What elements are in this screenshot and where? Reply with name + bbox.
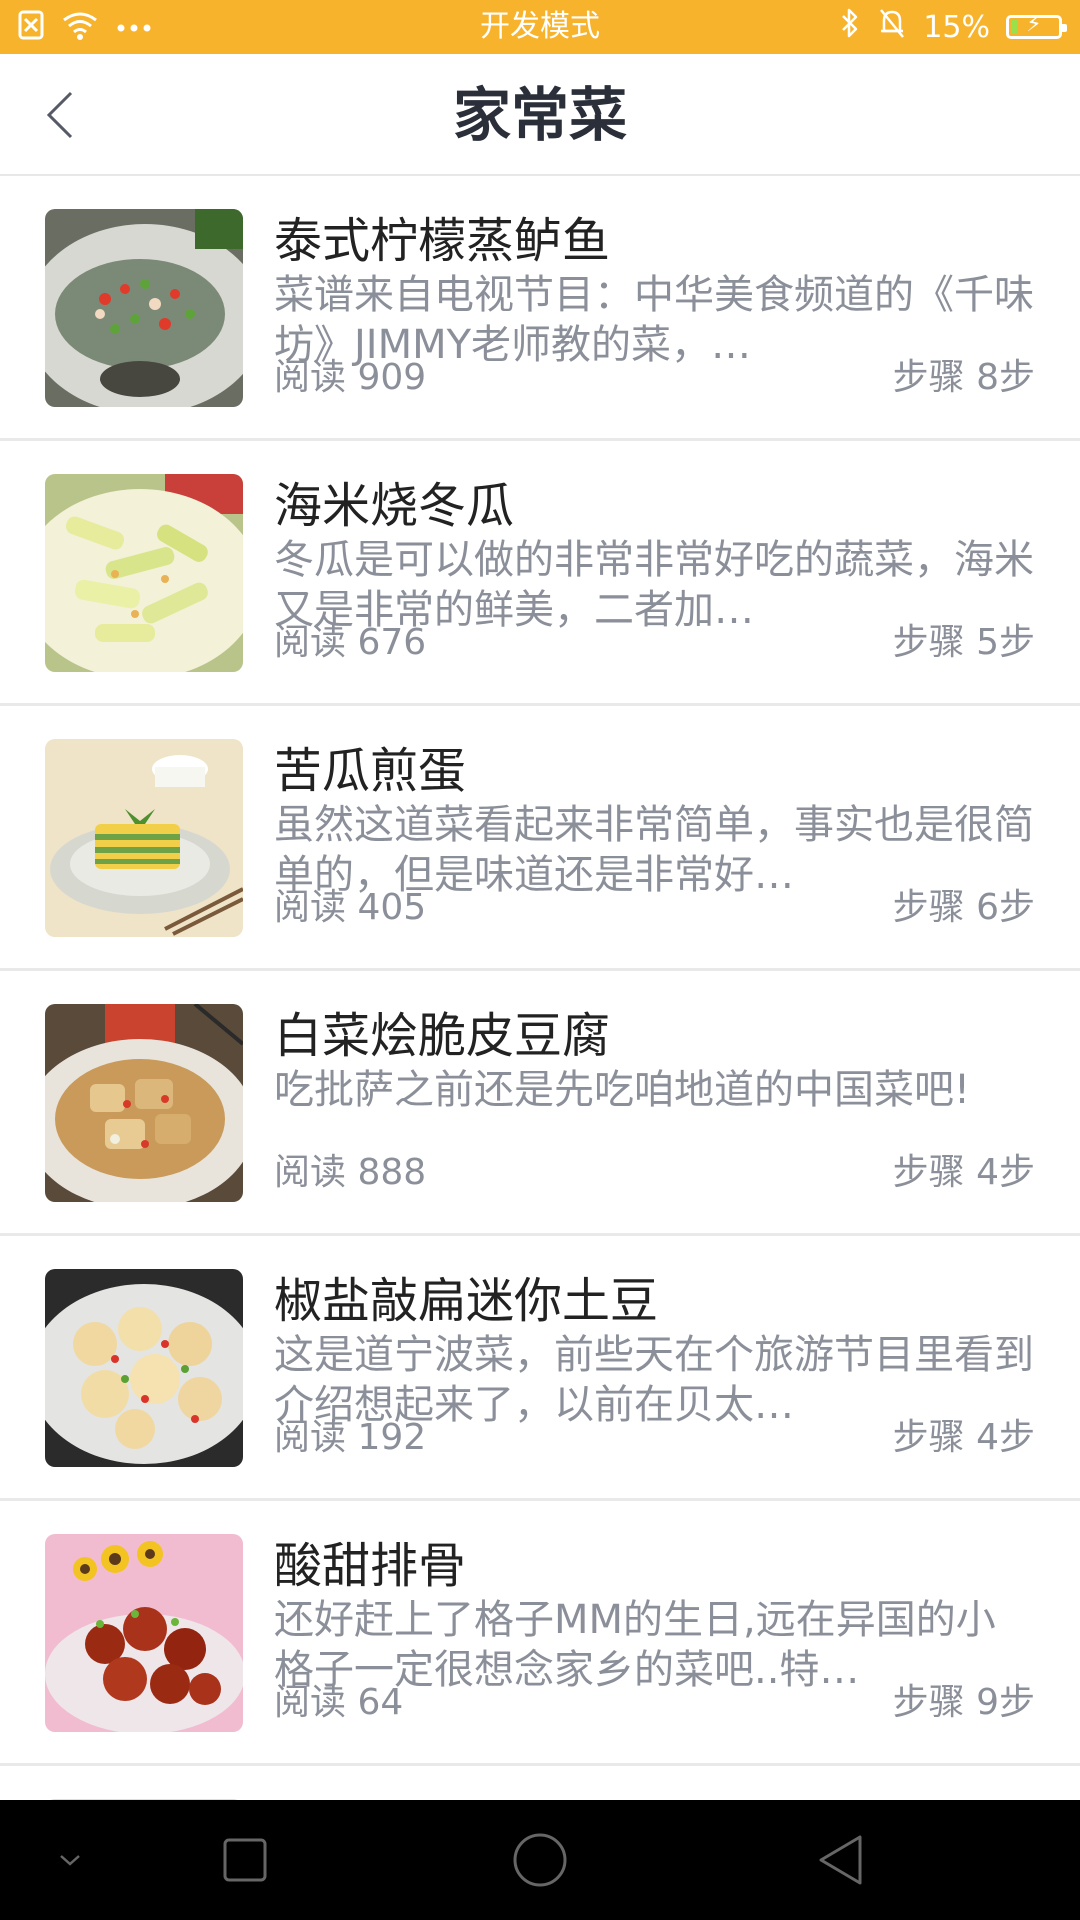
recipe-step-count: 步骤 8步 [892, 357, 1035, 398]
recipe-description: 菜谱来自电视节目：中华美食频道的《千味坊》JIMMY老师教的菜，… [274, 272, 1034, 368]
recipe-thumbnail [45, 209, 243, 407]
recipe-thumbnail [45, 1534, 243, 1732]
recipe-step-count: 步骤 5步 [892, 622, 1035, 663]
cabbage-tofu-image [45, 1004, 243, 1202]
bitter-melon-omelette-image [45, 739, 243, 937]
recipe-thumbnail [45, 474, 243, 672]
recipe-description: 冬瓜是可以做的非常非常好吃的蔬菜，海米又是非常的鲜美，二者加… [274, 537, 1034, 633]
recipe-list-item[interactable]: 海米烧冬瓜 冬瓜是可以做的非常非常好吃的蔬菜，海米又是非常的鲜美，二者加… 阅读… [0, 441, 1080, 706]
system-navigation-bar [0, 1800, 1080, 1920]
page-title: 家常菜 [452, 81, 627, 149]
battery-icon: ⚡ [1006, 12, 1067, 39]
recipe-list-item[interactable]: 苦瓜煎蛋 虽然这道菜看起来非常简单，事实也是很简单的，但是味道还是非常好… 阅读… [0, 706, 1080, 971]
recipe-description: 虽然这道菜看起来非常简单，事实也是很简单的，但是味道还是非常好… [274, 802, 1034, 898]
recipe-description: 还好赶上了格子MM的生日,远在异国的小格子一定很想念家乡的菜吧..特… [274, 1597, 996, 1693]
recipe-title: 苦瓜煎蛋 [274, 743, 467, 799]
recipe-title: 白菜烩脆皮豆腐 [274, 1008, 611, 1064]
recipe-title: 椒盐敲扁迷你土豆 [274, 1273, 659, 1329]
recipe-thumbnail [45, 739, 243, 937]
circle-icon [513, 1833, 567, 1887]
home-button[interactable] [500, 1800, 580, 1920]
recipe-title: 泰式柠檬蒸鲈鱼 [274, 213, 611, 269]
recipe-thumbnail [45, 1004, 243, 1202]
recipe-step-count: 步骤 4步 [892, 1152, 1035, 1193]
sweet-sour-ribs-image [45, 1534, 243, 1732]
winter-melon-image [45, 474, 243, 672]
recipe-step-count: 步骤 6步 [892, 887, 1035, 928]
status-bar: 开发模式 15% ⚡ [0, 0, 1080, 54]
recipe-list-item[interactable]: 泰式柠檬蒸鲈鱼 菜谱来自电视节目：中华美食频道的《千味坊》JIMMY老师教的菜，… [0, 176, 1080, 441]
bluetooth-icon [839, 7, 861, 47]
recipe-description: 吃批萨之前还是先吃咱地道的中国菜吧! [274, 1067, 971, 1113]
chevron-down-icon [60, 1855, 80, 1866]
charging-icon: ⚡ [1026, 12, 1042, 37]
recipe-read-count: 阅读 676 [274, 622, 427, 663]
recipe-list[interactable]: 泰式柠檬蒸鲈鱼 菜谱来自电视节目：中华美食频道的《千味坊》JIMMY老师教的菜，… [0, 176, 1080, 1809]
status-right-icons: 15% ⚡ [839, 7, 1067, 47]
recents-button[interactable] [205, 1800, 285, 1920]
steamed-fish-image [45, 209, 243, 407]
hide-nav-button[interactable] [30, 1800, 110, 1920]
back-system-button[interactable] [800, 1800, 880, 1920]
recipe-read-count: 阅读 909 [274, 357, 427, 398]
recipe-read-count: 阅读 405 [274, 887, 427, 928]
battery-percent: 15% [923, 9, 990, 45]
navigation-bar: 家常菜 [0, 54, 1080, 176]
recipe-list-item[interactable]: 酸甜排骨 还好赶上了格子MM的生日,远在异国的小格子一定很想念家乡的菜吧..特…… [0, 1501, 1080, 1766]
recipe-list-item[interactable]: 白菜烩脆皮豆腐 吃批萨之前还是先吃咱地道的中国菜吧! 阅读 888 步骤 4步 [0, 971, 1080, 1236]
square-icon [223, 1838, 267, 1882]
recipe-read-count: 阅读 64 [274, 1682, 404, 1723]
recipe-read-count: 阅读 192 [274, 1417, 427, 1458]
recipe-read-count: 阅读 888 [274, 1152, 427, 1193]
salt-pepper-potato-image [45, 1269, 243, 1467]
bell-muted-icon [877, 7, 907, 47]
recipe-title: 海米烧冬瓜 [274, 478, 515, 534]
recipe-step-count: 步骤 4步 [892, 1417, 1035, 1458]
recipe-title: 酸甜排骨 [274, 1538, 467, 1594]
recipe-thumbnail [45, 1269, 243, 1467]
recipe-description: 这是道宁波菜，前些天在个旅游节目里看到介绍想起来了，以前在贝太… [274, 1332, 1034, 1428]
triangle-back-icon [819, 1835, 862, 1885]
recipe-step-count: 步骤 9步 [892, 1682, 1035, 1723]
recipe-list-item[interactable]: 椒盐敲扁迷你土豆 这是道宁波菜，前些天在个旅游节目里看到介绍想起来了，以前在贝太… [0, 1236, 1080, 1501]
